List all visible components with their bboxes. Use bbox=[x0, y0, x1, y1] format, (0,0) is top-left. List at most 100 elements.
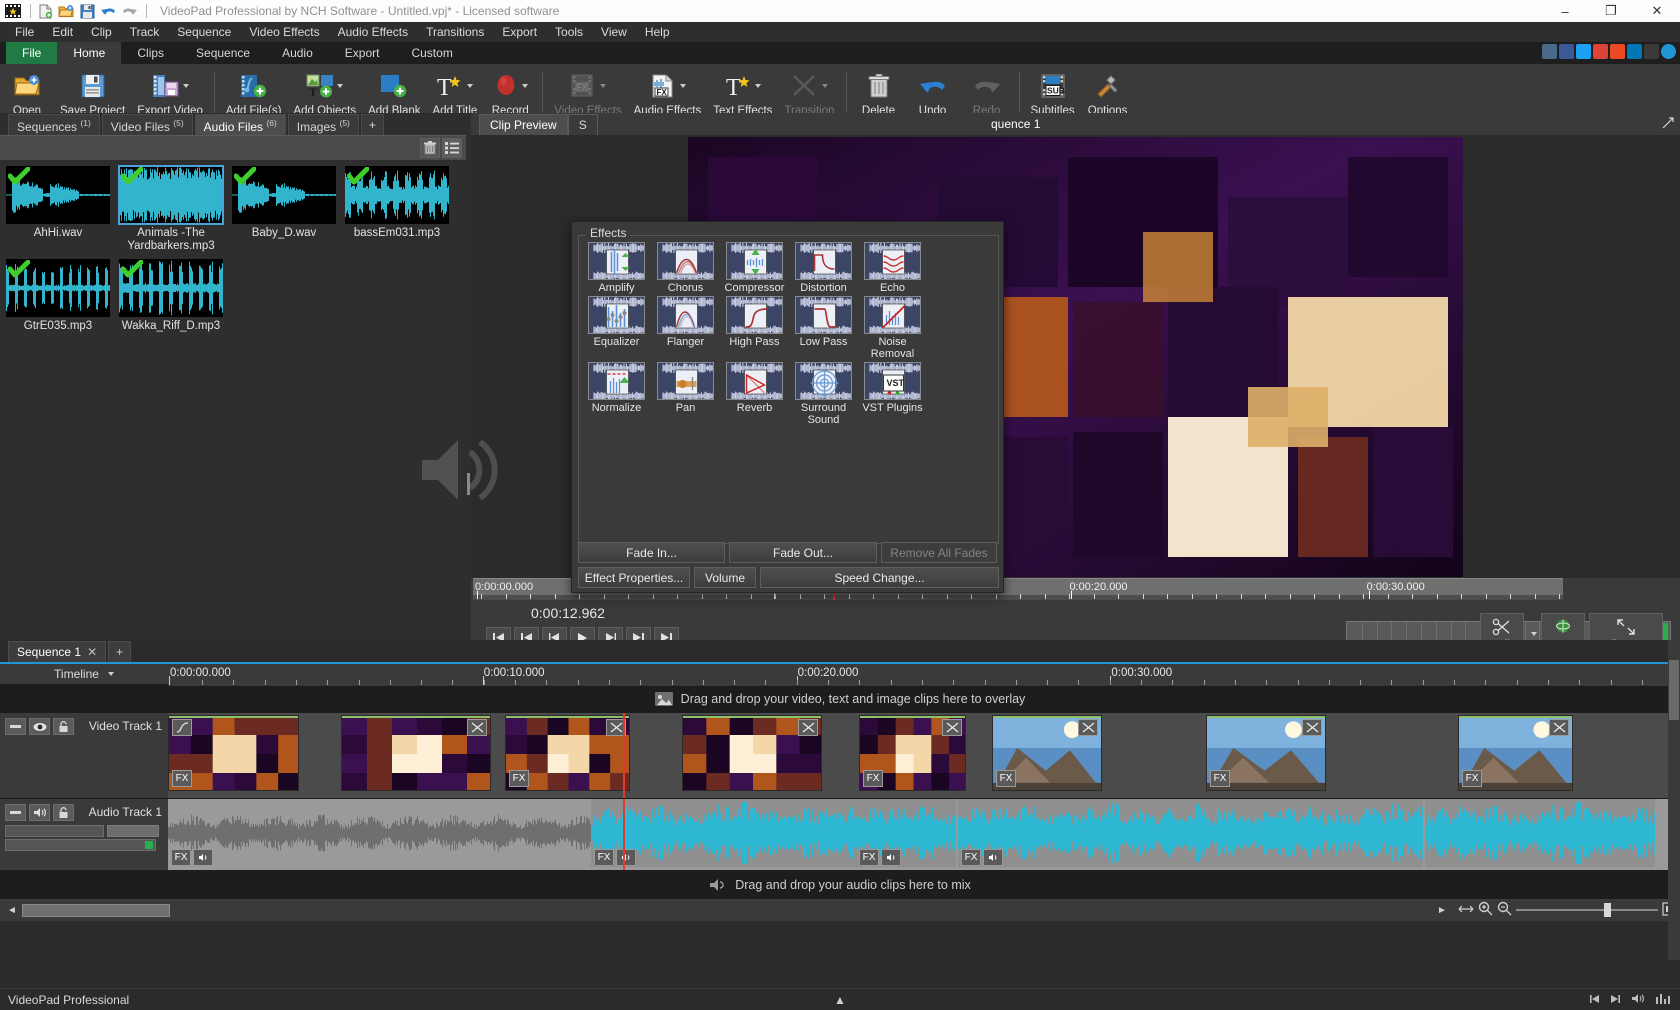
ribbon-tab-export[interactable]: Export bbox=[329, 42, 396, 64]
bin-file-item[interactable]: AhHi.wav bbox=[6, 166, 119, 253]
status-levels-icon[interactable] bbox=[1656, 993, 1672, 1007]
timeline-mode-selector[interactable]: Timeline bbox=[0, 663, 168, 685]
menu-item-help[interactable]: Help bbox=[636, 23, 679, 41]
chevron-down-icon[interactable] bbox=[1644, 44, 1659, 59]
audio-clip-fx-button[interactable]: FX bbox=[594, 849, 614, 866]
minimize-button[interactable]: – bbox=[1542, 0, 1588, 22]
close-button[interactable]: ✕ bbox=[1634, 0, 1680, 22]
linkedin-icon[interactable] bbox=[1627, 44, 1642, 59]
video-clip[interactable]: FX bbox=[1206, 715, 1326, 791]
chevron-down-icon[interactable] bbox=[107, 672, 114, 676]
speed-change-button[interactable]: Speed Change... bbox=[760, 567, 999, 588]
timeline-zoom-slider[interactable] bbox=[1516, 903, 1658, 917]
stumbleupon-icon[interactable] bbox=[1610, 44, 1625, 59]
overlay-drop-hint[interactable]: Drag and drop your video, text and image… bbox=[0, 684, 1680, 713]
collapse-panel-icon[interactable]: ▲ bbox=[834, 993, 846, 1007]
fade-out-button[interactable]: Fade Out... bbox=[729, 542, 877, 563]
bin-tab-images[interactable]: Images (5) bbox=[287, 114, 359, 135]
track-visibility-button[interactable] bbox=[29, 718, 50, 735]
bin-file-item[interactable]: Wakka_Riff_D.mp3 bbox=[119, 259, 232, 333]
effect-item-pan[interactable]: Pan bbox=[651, 360, 720, 426]
bin-file-thumbnail[interactable] bbox=[119, 259, 223, 317]
clip-fx-button[interactable]: FX bbox=[1462, 770, 1482, 787]
bin-file-thumbnail[interactable] bbox=[232, 166, 336, 224]
menu-item-sequence[interactable]: Sequence bbox=[168, 23, 240, 41]
status-volume-icon[interactable] bbox=[1631, 993, 1646, 1007]
collapse-track-button[interactable] bbox=[5, 718, 26, 735]
ribbon-tab-audio[interactable]: Audio bbox=[266, 42, 329, 64]
effect-item-flanger[interactable]: Flanger bbox=[651, 294, 720, 360]
audio-clip[interactable]: FX bbox=[168, 799, 591, 867]
bin-file-thumbnail[interactable] bbox=[6, 259, 110, 317]
bin-file-item[interactable]: bassEm031.mp3 bbox=[345, 166, 458, 253]
video-clip[interactable]: FX bbox=[1458, 715, 1573, 791]
menu-item-edit[interactable]: Edit bbox=[43, 23, 82, 41]
menu-item-video-effects[interactable]: Video Effects bbox=[240, 23, 328, 41]
audio-mix-drop-hint[interactable]: Drag and drop your audio clips here to m… bbox=[0, 871, 1680, 899]
audio-clip-mute-button[interactable] bbox=[881, 849, 901, 866]
clip-fx-button[interactable]: FX bbox=[172, 770, 192, 787]
audio-track-lock-button[interactable] bbox=[53, 804, 74, 821]
effect-item-high-pass[interactable]: High Pass bbox=[720, 294, 789, 360]
menu-item-audio-effects[interactable]: Audio Effects bbox=[329, 23, 418, 41]
menu-item-clip[interactable]: Clip bbox=[82, 23, 121, 41]
effect-item-amplify[interactable]: Amplify bbox=[582, 240, 651, 294]
effect-item-reverb[interactable]: Reverb bbox=[720, 360, 789, 426]
bin-file-item[interactable]: Animals -The Yardbarkers.mp3 bbox=[118, 165, 232, 253]
save-project-icon[interactable] bbox=[78, 3, 96, 19]
effect-item-compressor[interactable]: Compressor bbox=[720, 240, 789, 294]
clip-transition-button[interactable] bbox=[942, 719, 962, 736]
menu-item-export[interactable]: Export bbox=[493, 23, 546, 41]
menu-item-transitions[interactable]: Transitions bbox=[417, 23, 493, 41]
fade-in-button[interactable]: Fade In... bbox=[578, 542, 725, 563]
clip-fx-button[interactable]: FX bbox=[509, 770, 529, 787]
clip-transition-button[interactable] bbox=[1078, 719, 1098, 736]
twitter-icon[interactable] bbox=[1576, 44, 1591, 59]
bin-tab-video-files[interactable]: Video Files (5) bbox=[101, 114, 193, 135]
ribbon-tab-custom[interactable]: Custom bbox=[395, 42, 468, 64]
audio-clip-fx-button[interactable]: FX bbox=[961, 849, 981, 866]
track-lock-button[interactable] bbox=[53, 718, 74, 735]
effect-item-vst-plugins[interactable]: VST VST Plugins bbox=[858, 360, 927, 426]
effect-item-low-pass[interactable]: Low Pass bbox=[789, 294, 858, 360]
video-clip[interactable]: FX bbox=[168, 715, 299, 791]
help-circle-icon[interactable] bbox=[1661, 44, 1676, 59]
bin-file-thumbnail[interactable] bbox=[345, 166, 449, 224]
ribbon-tab-file[interactable]: File bbox=[6, 42, 58, 64]
clip-transition-button[interactable] bbox=[467, 719, 487, 736]
sequence-tab[interactable]: Sequence 1 ✕ bbox=[8, 641, 107, 662]
audio-clip-mute-button[interactable] bbox=[616, 849, 636, 866]
preview-maximize-icon[interactable] bbox=[1662, 117, 1674, 132]
effect-item-normalize[interactable]: Normalize bbox=[582, 360, 651, 426]
scroll-left-button[interactable]: ◄ bbox=[4, 902, 20, 918]
effect-item-chorus[interactable]: Chorus bbox=[651, 240, 720, 294]
bin-file-thumbnail[interactable] bbox=[118, 165, 224, 225]
volume-button[interactable]: Volume bbox=[694, 567, 756, 588]
facebook-icon[interactable] bbox=[1559, 44, 1574, 59]
list-view-button[interactable] bbox=[442, 138, 462, 158]
effect-properties-button[interactable]: Effect Properties... bbox=[578, 567, 690, 588]
menu-item-track[interactable]: Track bbox=[121, 23, 169, 41]
menu-item-tools[interactable]: Tools bbox=[546, 23, 592, 41]
bin-add-tab-button[interactable]: + bbox=[360, 114, 384, 135]
timeline-vertical-scroll-thumb[interactable] bbox=[1669, 660, 1679, 720]
bin-file-item[interactable]: GtrE035.mp3 bbox=[6, 259, 119, 333]
timeline-playhead-audio[interactable] bbox=[623, 799, 625, 870]
video-clip[interactable]: FX bbox=[992, 715, 1102, 791]
effect-item-echo[interactable]: Echo bbox=[858, 240, 927, 294]
collapse-audio-track-button[interactable] bbox=[5, 804, 26, 821]
fit-to-window-icon[interactable] bbox=[1458, 903, 1474, 917]
audio-track-content[interactable]: FX FX FX FX bbox=[168, 799, 1680, 870]
add-sequence-button[interactable]: + bbox=[108, 641, 132, 662]
scroll-right-button[interactable]: ► bbox=[1434, 902, 1450, 918]
status-prev-icon[interactable] bbox=[1589, 993, 1600, 1007]
share-icon[interactable] bbox=[1542, 44, 1557, 59]
google-plus-icon[interactable] bbox=[1593, 44, 1608, 59]
effect-item-surround-sound[interactable]: Surround Sound bbox=[789, 360, 858, 426]
bin-file-item[interactable]: Baby_D.wav bbox=[232, 166, 345, 253]
timeline-ruler[interactable]: 0:00:00.000 0:00:10.000 0:00:20.000 0:00:30… bbox=[168, 664, 1680, 686]
audio-clip[interactable]: FX bbox=[958, 799, 1423, 867]
bin-tab-audio-files[interactable]: Audio Files (6) bbox=[194, 114, 286, 135]
effect-item-equalizer[interactable]: Equalizer bbox=[582, 294, 651, 360]
video-track-content[interactable]: FX FX FX FX FX FX bbox=[168, 713, 1680, 798]
